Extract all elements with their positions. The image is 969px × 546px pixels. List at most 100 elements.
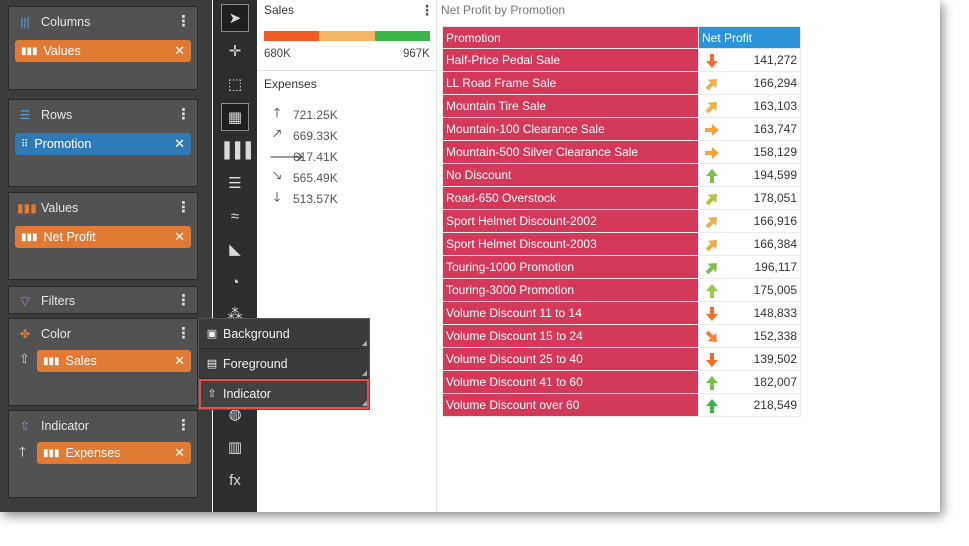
expense-level-row: 🡖 565.49K — [269, 168, 338, 187]
down-right-arrow-icon: 🡖 — [272, 168, 282, 183]
indicator-well: ⇧ Indicator ⋮ 🡑 ▮▮▮ Expenses ✕ — [8, 410, 198, 498]
table-row[interactable]: Volume Discount 15 to 24 152,338 — [442, 324, 801, 348]
grid-icon[interactable]: ▦ — [221, 103, 249, 131]
promotion-cell: Mountain-100 Clearance Sale — [442, 117, 699, 141]
menu-item-indicator[interactable]: ⇧ Indicator ◢ — [199, 379, 369, 409]
app-window: ||| Columns ⋮ ▮▮▮ Values ✕ ☰ Rows ⋮ ⠿ Pr… — [0, 0, 940, 512]
table-row[interactable]: Touring-1000 Promotion 196,117 — [442, 255, 801, 279]
table-row[interactable]: Sport Helmet Discount-2003 166,384 — [442, 232, 801, 256]
table-row[interactable]: Mountain Tire Sale 163,103 — [442, 94, 801, 118]
net-profit-value: 178,051 — [753, 191, 797, 205]
up-right-indicator-arrow-icon — [705, 79, 717, 91]
table-row[interactable]: Volume Discount 11 to 14 148,833 — [442, 301, 801, 325]
table-row[interactable]: Mountain-500 Silver Clearance Sale 158,12… — [442, 140, 801, 164]
canvas: Sales ⋮ 680K 967K Expenses 🡑 721.25K 🡕 6… — [257, 0, 940, 512]
table-row[interactable]: LL Road Frame Sale 166,294 — [442, 71, 801, 95]
up-right-arrow-icon: 🡕 — [272, 126, 282, 141]
up-right-indicator-arrow-icon — [705, 217, 717, 229]
sales-chip[interactable]: ▮▮▮ Sales ✕ — [37, 350, 191, 372]
promotion-cell: Volume Discount 25 to 40 — [442, 347, 699, 371]
values-chip[interactable]: ▮▮▮ Values ✕ — [15, 40, 191, 62]
columns-kebab-icon[interactable]: ⋮ — [176, 14, 191, 29]
down-arrow-icon: 🡓 — [273, 189, 281, 204]
pointer-icon[interactable]: ➤ — [221, 4, 249, 32]
sales-legend-kebab-icon[interactable]: ⋮ — [420, 3, 434, 17]
promotion-cell: Volume Discount 41 to 60 — [442, 370, 699, 394]
foreground-fill-icon: ▤ — [206, 358, 218, 370]
table-row[interactable]: Sport Helmet Discount-2002 166,916 — [442, 209, 801, 233]
up-arrow-outline-icon: ⇧ — [19, 351, 30, 366]
promotion-cell: Touring-3000 Promotion — [442, 278, 699, 302]
expenses-chip[interactable]: ▮▮▮ Expenses ✕ — [37, 442, 191, 464]
promotion-cell: Volume Discount over 60 — [442, 393, 699, 417]
table-row[interactable]: Volume Discount over 60 218,549 — [442, 393, 801, 417]
rows-kebab-icon[interactable]: ⋮ — [176, 107, 191, 122]
values-chip-label: Values — [43, 44, 81, 58]
filters-well-title: Filters — [41, 294, 76, 308]
text-align-icon[interactable]: ☰ — [221, 169, 249, 197]
down-indicator-arrow-icon — [706, 353, 718, 367]
promotion-cell: Half-Price Pedal Sale — [442, 48, 699, 72]
hierarchy-icon: ⠿ — [21, 138, 29, 150]
net-profit-cell: 158,129 — [698, 140, 801, 164]
menu-item-foreground[interactable]: ▤ Foreground ◢ — [199, 349, 369, 379]
net-profit-cell: 141,272 — [698, 48, 801, 72]
promotion-chip-label: Promotion — [34, 137, 92, 151]
remove-expenses-icon[interactable]: ✕ — [174, 445, 185, 461]
net-profit-cell: 196,117 — [698, 255, 801, 279]
remove-promotion-icon[interactable]: ✕ — [174, 136, 185, 152]
net-profit-chip-label: Net Profit — [43, 230, 96, 244]
promotion-cell: Road-650 Overstock — [442, 186, 699, 210]
field-wells-panel: ||| Columns ⋮ ▮▮▮ Values ✕ ☰ Rows ⋮ ⠿ Pr… — [0, 0, 212, 512]
pie-chart-icon[interactable]: ◔ — [221, 268, 249, 296]
remove-sales-icon[interactable]: ✕ — [174, 353, 185, 369]
values-kebab-icon[interactable]: ⋮ — [176, 200, 191, 215]
sales-legend-title: Sales — [264, 3, 295, 17]
barcode-icon[interactable]: ▥ — [221, 433, 249, 461]
right-arrow-icon: 🡒 — [269, 149, 304, 164]
formula-icon[interactable]: fx — [221, 466, 249, 494]
table-row[interactable]: Touring-3000 Promotion 175,005 — [442, 278, 801, 302]
table-row[interactable]: Mountain-100 Clearance Sale 163,747 — [442, 117, 801, 141]
column-header-net-profit[interactable]: Net Profit — [698, 26, 801, 49]
wave-icon[interactable]: ≈ — [221, 202, 249, 230]
bar-chart-icon: ▮▮▮ — [21, 231, 38, 243]
net-profit-value: 152,338 — [753, 329, 797, 343]
table-row[interactable]: Road-650 Overstock 178,051 — [442, 186, 801, 210]
table-row[interactable]: Volume Discount 25 to 40 139,502 — [442, 347, 801, 371]
promotion-chip[interactable]: ⠿ Promotion ✕ — [15, 133, 191, 155]
indicator-kebab-icon[interactable]: ⋮ — [176, 418, 191, 433]
up-arrow-outline-icon: ⇧ — [207, 388, 217, 400]
net-profit-value: 166,916 — [753, 214, 797, 228]
remove-values-icon[interactable]: ✕ — [174, 43, 185, 59]
filters-well[interactable]: ▽ Filters ⋮ — [8, 286, 198, 314]
sales-scale-max: 967K — [403, 48, 430, 60]
menu-item-background[interactable]: ▣ Background ◢ — [199, 319, 369, 349]
net-profit-cell: 152,338 — [698, 324, 801, 348]
up-right-indicator-arrow-icon — [705, 194, 717, 206]
values-well: ▮▮▮ Values ⋮ ▮▮▮ Net Profit ✕ — [8, 192, 198, 280]
net-profit-chip[interactable]: ▮▮▮ Net Profit ✕ — [15, 226, 191, 248]
table-row[interactable]: No Discount 194,599 — [442, 163, 801, 187]
color-kebab-icon[interactable]: ⋮ — [176, 326, 191, 341]
column-header-promotion[interactable]: Promotion — [442, 26, 699, 49]
columns-well-title: Columns — [41, 15, 91, 29]
table-row[interactable]: Half-Price Pedal Sale 141,272 — [442, 48, 801, 72]
up-right-indicator-arrow-icon — [705, 263, 717, 275]
remove-net-profit-icon[interactable]: ✕ — [174, 229, 185, 245]
net-profit-cell: 148,833 — [698, 301, 801, 325]
values-well-title: Values — [41, 201, 79, 215]
net-profit-value: 163,103 — [753, 99, 797, 113]
color-palette-icon: ✤ — [19, 327, 31, 341]
net-profit-value: 166,294 — [753, 76, 797, 90]
up-arrow-icon: 🡑 — [19, 444, 26, 459]
move-icon[interactable]: ✛ — [221, 37, 249, 65]
filters-kebab-icon[interactable]: ⋮ — [176, 293, 191, 308]
select-region-icon[interactable]: ⬚ — [221, 70, 249, 98]
net-profit-table: Promotion Net Profit Half-Price Pedal Sa… — [442, 26, 801, 417]
legend-panel: Sales ⋮ 680K 967K Expenses 🡑 721.25K 🡕 6… — [257, 0, 437, 512]
bar-chart-icon: ▮▮▮ — [43, 447, 60, 459]
area-chart-icon[interactable]: ◣ — [221, 235, 249, 263]
bar-chart-icon[interactable]: ▐▐▐ — [219, 136, 251, 164]
table-row[interactable]: Volume Discount 41 to 60 182,007 — [442, 370, 801, 394]
